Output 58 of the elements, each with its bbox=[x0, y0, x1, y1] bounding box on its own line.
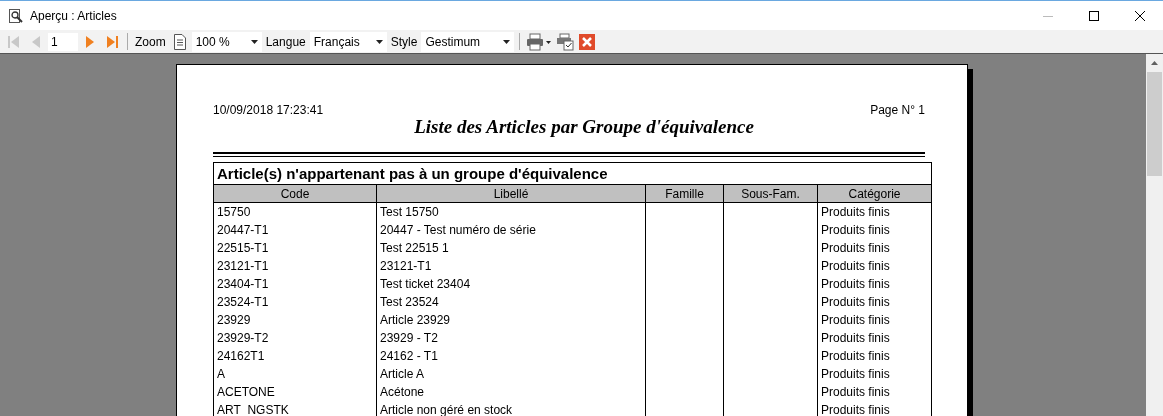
preview-icon bbox=[8, 7, 24, 24]
table-cell: 23929 bbox=[213, 311, 377, 329]
report-title: Liste des Articles par Groupe d'équivalence bbox=[413, 116, 755, 138]
maximize-icon bbox=[1089, 10, 1099, 21]
dropdown-caret-icon bbox=[375, 39, 383, 44]
section-heading: Article(s) n'appartenant pas à un groupe d'équivalence bbox=[213, 162, 932, 185]
table-cell: 22515-T1 bbox=[213, 239, 377, 257]
table-cell: Produits finis bbox=[817, 347, 932, 365]
table-cell: ART_NGSTK bbox=[213, 401, 377, 416]
zoom-dropdown[interactable]: 100 % bbox=[191, 31, 262, 52]
table-cell: 23929 - T2 bbox=[376, 329, 646, 347]
table-cell: Produits finis bbox=[817, 257, 932, 275]
print-button[interactable] bbox=[525, 30, 554, 53]
page-number: Page N° 1 bbox=[870, 103, 925, 117]
table-cell: 24162T1 bbox=[213, 347, 377, 365]
table-cell: Produits finis bbox=[817, 311, 932, 329]
table-cell: Produits finis bbox=[817, 293, 932, 311]
table-cell: Produits finis bbox=[817, 202, 932, 221]
table-cell: Test ticket 23404 bbox=[376, 275, 646, 293]
table-cell: Acétone bbox=[376, 383, 646, 401]
page-number-field[interactable]: 1 bbox=[48, 32, 78, 51]
table-cell: Produits finis bbox=[817, 275, 932, 293]
window-title: Aperçu : Articles bbox=[30, 8, 117, 23]
table-cell: Produits finis bbox=[817, 239, 932, 257]
table-cell: Produits finis bbox=[817, 383, 932, 401]
dropdown-caret-icon bbox=[503, 39, 511, 44]
table-cell: 20447 - Test numéro de série bbox=[376, 221, 646, 239]
language-dropdown[interactable]: Français bbox=[309, 31, 387, 52]
vertical-scrollbar[interactable] bbox=[1146, 54, 1163, 416]
dropdown-caret-icon bbox=[250, 39, 258, 44]
print-date: 10/09/2018 17:23:41 bbox=[213, 103, 324, 117]
style-label: Style bbox=[389, 34, 419, 49]
table-cell: Produits finis bbox=[817, 221, 932, 239]
language-label: Langue bbox=[264, 34, 307, 49]
table-cell: 23524-T1 bbox=[213, 293, 377, 311]
table-cell: Test 23524 bbox=[376, 293, 646, 311]
table-cell: 15750 bbox=[213, 202, 377, 221]
table-cell: 23929-T2 bbox=[213, 329, 377, 347]
table-cell: 24162 - T1 bbox=[376, 347, 646, 365]
print-setup-icon[interactable] bbox=[555, 30, 576, 53]
table-cell: Article non géré en stock bbox=[376, 401, 646, 416]
table-cell: Produits finis bbox=[817, 401, 932, 416]
table-cell: ACETONE bbox=[213, 383, 377, 401]
table-cell: A bbox=[213, 365, 377, 383]
table-cell: Test 22515 1 bbox=[376, 239, 646, 257]
table-cell: 23121-T1 bbox=[213, 257, 377, 275]
document-icon bbox=[172, 33, 187, 50]
table-cell: 20447-T1 bbox=[213, 221, 377, 239]
table-cell: Produits finis bbox=[817, 329, 932, 347]
table-cell: Article A bbox=[376, 365, 646, 383]
close-icon bbox=[1135, 10, 1145, 21]
table-cell: Produits finis bbox=[817, 365, 932, 383]
zoom-label: Zoom bbox=[134, 34, 167, 49]
table-cell: 23121-T1 bbox=[376, 257, 646, 275]
style-dropdown[interactable]: Gestimum bbox=[421, 31, 515, 52]
table-cell: 23404-T1 bbox=[213, 275, 377, 293]
table-cell: Test 15750 bbox=[376, 202, 646, 221]
table-cell: Article 23929 bbox=[376, 311, 646, 329]
